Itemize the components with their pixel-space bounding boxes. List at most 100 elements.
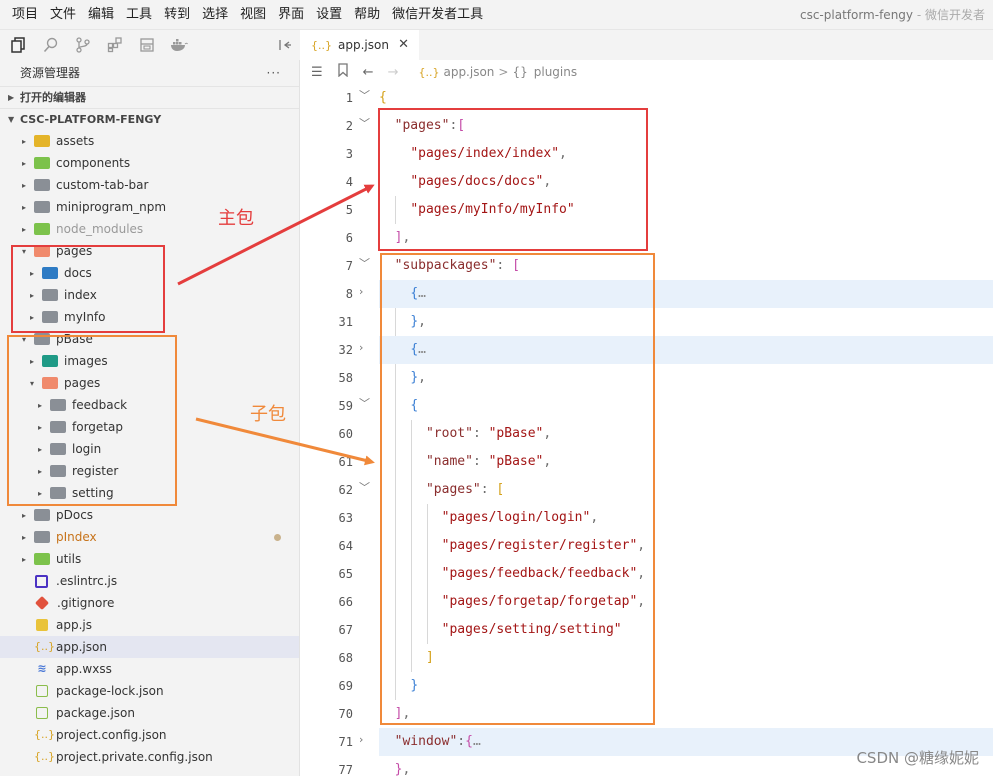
more-actions-icon[interactable]: ··· xyxy=(267,60,281,86)
menu-select[interactable]: 选择 xyxy=(196,0,234,30)
tree-item[interactable]: ▸ pIndex xyxy=(0,526,299,548)
back-arrow-icon[interactable]: ← xyxy=(363,65,374,80)
tree-item-label: miniprogram_npm xyxy=(56,200,167,214)
menu-edit[interactable]: 编辑 xyxy=(82,0,120,30)
tree-item-label: app.json xyxy=(56,640,107,654)
tree-item[interactable]: ▸ index xyxy=(0,284,299,306)
menu-tools[interactable]: 工具 xyxy=(120,0,158,30)
tree-item[interactable]: {..} project.private.config.json xyxy=(0,746,299,768)
chevron-right-icon: ▸ xyxy=(21,180,26,190)
tree-item[interactable]: ▸ login xyxy=(0,438,299,460)
menu-goto[interactable]: 转到 xyxy=(158,0,196,30)
tree-item[interactable]: {..} project.config.json xyxy=(0,724,299,746)
bookmark-icon[interactable] xyxy=(337,63,349,81)
line-number: 61 xyxy=(338,455,353,469)
tree-item[interactable]: ▾ pBase xyxy=(0,328,299,350)
menu-settings[interactable]: 设置 xyxy=(310,0,348,30)
tree-item[interactable]: ▸ miniprogram_npm xyxy=(0,196,299,218)
folder-icon xyxy=(42,355,58,367)
source-control-icon[interactable] xyxy=(72,34,94,56)
tree-item-label: feedback xyxy=(72,398,128,412)
code-text: }, xyxy=(410,314,426,329)
code-text: ], xyxy=(394,230,411,245)
window-title: csc-platform-fengy - 微信开发者 xyxy=(800,0,985,30)
fold-collapsed-icon[interactable]: › xyxy=(359,280,363,304)
tree-item[interactable]: ▸ myInfo xyxy=(0,306,299,328)
menu-file[interactable]: 文件 xyxy=(44,0,82,30)
menu-help[interactable]: 帮助 xyxy=(348,0,386,30)
code-text: "subpackages": [ xyxy=(394,258,520,273)
menu-view[interactable]: 视图 xyxy=(234,0,272,30)
tree-item[interactable]: ▸ node_modules xyxy=(0,218,299,240)
tree-item[interactable]: package-lock.json xyxy=(0,680,299,702)
chevron-right-icon: ▸ xyxy=(21,532,26,542)
folder-icon xyxy=(34,553,50,565)
fold-expanded-icon[interactable]: ﹀ xyxy=(359,252,370,276)
docker-icon[interactable] xyxy=(168,34,190,56)
tree-item[interactable]: ▸ components xyxy=(0,152,299,174)
list-icon[interactable]: ☰ xyxy=(311,65,323,80)
tree-item[interactable]: {..} app.json xyxy=(0,636,299,658)
tree-item[interactable]: ▸ setting xyxy=(0,482,299,504)
explorer-title: 资源管理器 ··· xyxy=(0,60,299,86)
forward-arrow-icon[interactable]: → xyxy=(388,65,399,80)
file-icon xyxy=(34,595,50,611)
tree-item[interactable]: ▸ images xyxy=(0,350,299,372)
code-line: 31 }, xyxy=(301,308,993,336)
tree-item[interactable]: ▸ custom-tab-bar xyxy=(0,174,299,196)
menu-wechat-devtools[interactable]: 微信开发者工具 xyxy=(386,0,489,30)
fold-expanded-icon[interactable]: ﹀ xyxy=(359,84,370,108)
tree-item[interactable]: .eslintrc.js xyxy=(0,570,299,592)
fold-expanded-icon[interactable]: ﹀ xyxy=(359,392,370,416)
fold-expanded-icon[interactable]: ﹀ xyxy=(359,476,370,500)
tree-item[interactable]: ≋ app.wxss xyxy=(0,658,299,680)
code-text: ] xyxy=(425,650,434,665)
fold-expanded-icon[interactable]: ﹀ xyxy=(359,112,370,136)
code-text: "pages/register/register", xyxy=(441,538,646,553)
code-line: 62 ﹀ "pages": [ xyxy=(301,476,993,504)
tree-item[interactable]: ▸ utils xyxy=(0,548,299,570)
storage-icon[interactable] xyxy=(136,34,158,56)
tree-item[interactable]: .gitignore xyxy=(0,592,299,614)
explorer-icon[interactable] xyxy=(8,34,30,56)
collapse-sidebar-icon[interactable] xyxy=(274,34,296,56)
code-text: "name": "pBase", xyxy=(425,454,552,469)
tree-item[interactable]: app.js xyxy=(0,614,299,636)
project-root-section[interactable]: ▼ CSC-PLATFORM-FENGY xyxy=(0,108,299,130)
tree-item[interactable]: ▾ pages xyxy=(0,372,299,394)
tab-app-json[interactable]: {..} app.json ✕ xyxy=(301,30,419,60)
tree-item[interactable]: ▸ pDocs xyxy=(0,504,299,526)
breadcrumb-node[interactable]: plugins xyxy=(534,65,577,79)
breadcrumb-file[interactable]: app.json xyxy=(443,65,494,79)
extensions-icon[interactable] xyxy=(104,34,126,56)
tree-item[interactable]: ▾ pages xyxy=(0,240,299,262)
search-icon[interactable] xyxy=(40,34,62,56)
chevron-right-icon: ▸ xyxy=(21,510,26,520)
fold-collapsed-icon[interactable]: › xyxy=(359,728,363,752)
folder-icon xyxy=(34,245,50,257)
window-title-project: csc-platform-fengy xyxy=(799,8,914,22)
chevron-right-icon: ▸ xyxy=(37,400,42,410)
code-line: 59 ﹀ { xyxy=(301,392,993,420)
menu-project[interactable]: 项目 xyxy=(0,0,44,30)
chevron-down-icon: ▾ xyxy=(21,334,26,344)
tree-item[interactable]: ▸ assets xyxy=(0,130,299,152)
window-title-sep: - xyxy=(913,8,925,22)
open-editors-section[interactable]: ▶ 打开的编辑器 xyxy=(0,86,299,108)
menu-interface[interactable]: 界面 xyxy=(272,0,310,30)
tree-item-label: .eslintrc.js xyxy=(56,574,118,588)
code-editor[interactable]: 1 ﹀ { 2 ﹀ "pages":[ 3 "pages/index/index",… xyxy=(301,84,993,776)
close-icon[interactable]: ✕ xyxy=(398,37,409,52)
line-number: 32 xyxy=(338,343,353,357)
chevron-down-icon: ▾ xyxy=(21,246,26,256)
tree-item[interactable]: ▸ register xyxy=(0,460,299,482)
code-line: 1 ﹀ { xyxy=(301,84,993,112)
tree-item[interactable]: ▸ docs xyxy=(0,262,299,284)
tree-item[interactable]: package.json xyxy=(0,702,299,724)
chevron-down-icon: ▾ xyxy=(29,378,34,388)
folder-icon xyxy=(50,443,66,455)
tree-item-label: node_modules xyxy=(56,222,144,236)
file-icon xyxy=(35,574,48,588)
tree-item-label: assets xyxy=(56,134,95,148)
fold-collapsed-icon[interactable]: › xyxy=(359,336,363,360)
